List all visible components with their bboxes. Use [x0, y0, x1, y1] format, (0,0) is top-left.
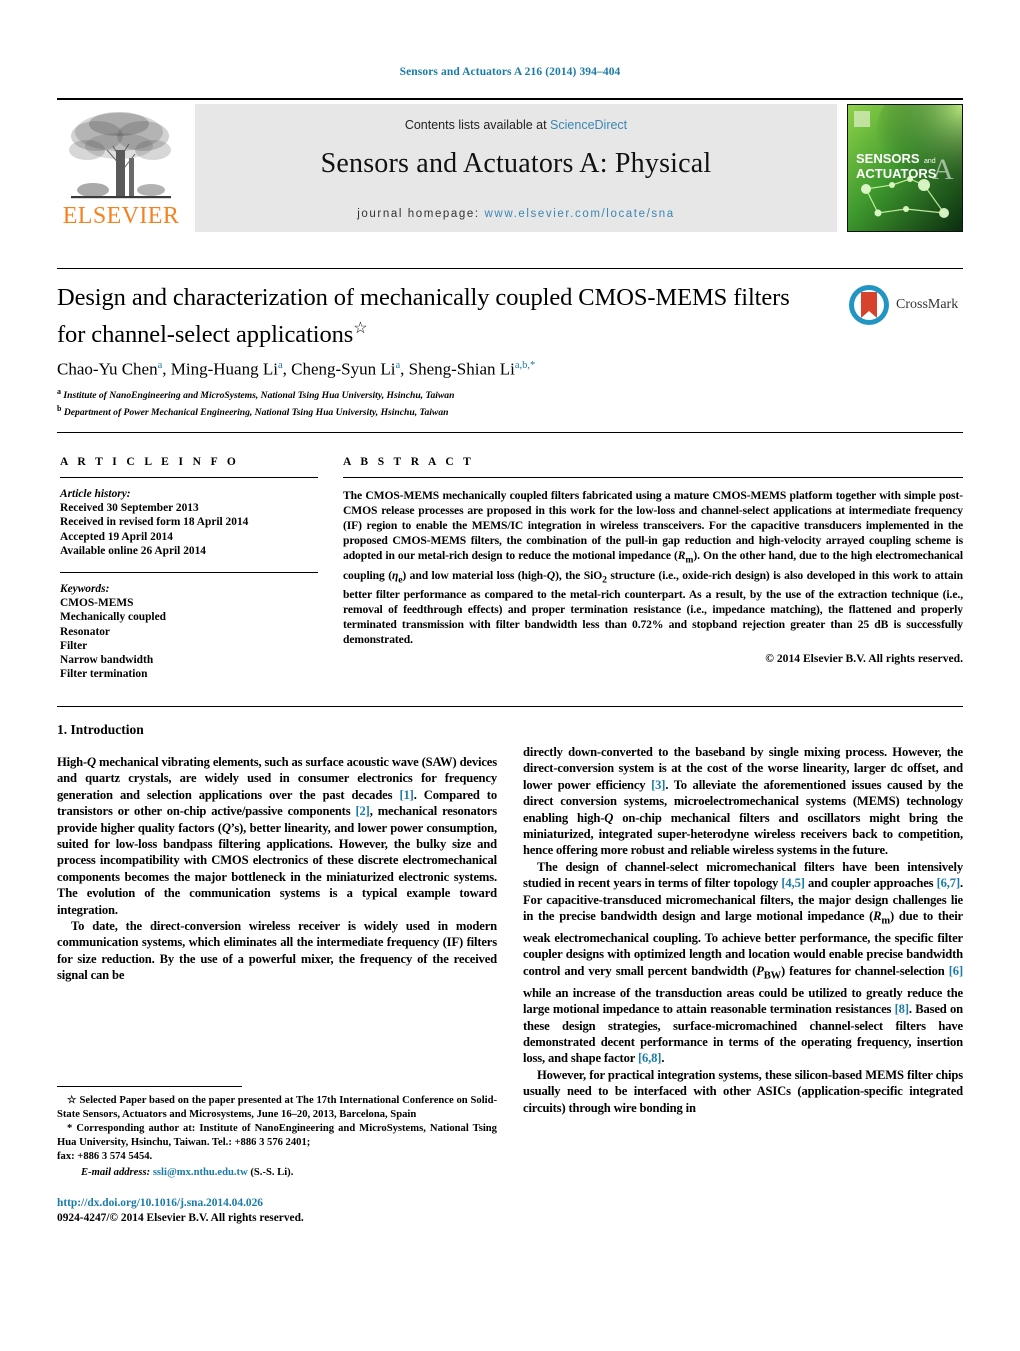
body-column-right: directly down-converted to the baseband … [523, 744, 963, 1116]
paragraph-right-2: However, for practical integration syste… [523, 1067, 963, 1115]
author-affil-mark-3[interactable]: a,b,* [515, 360, 535, 371]
affiliation-b: b Department of Power Mechanical Enginee… [57, 402, 757, 419]
affiliation-text-a: Institute of NanoEngineering and MicroSy… [63, 390, 455, 402]
author-affil-mark-2[interactable]: a [395, 360, 400, 371]
keyword-item-1: Mechanically coupled [60, 611, 166, 624]
affiliation-mark-b: b [57, 404, 62, 414]
author-name-3: Sheng-Shian Li [408, 359, 515, 379]
journal-cover-art: SENSORS and ACTUATORS A [848, 105, 962, 231]
article-history-item-2: Accepted 19 April 2014 [60, 530, 173, 543]
section-heading-introduction: 1. Introduction [57, 722, 144, 737]
elsevier-tree-icon [69, 112, 171, 199]
contents-prefix: Contents lists available at [404, 118, 551, 132]
abstract-text: The CMOS-MEMS mechanically coupled filte… [343, 489, 963, 647]
journal-band: Contents lists available at ScienceDirec… [195, 104, 837, 232]
footnote-email-line: E-mail address: ssli@mx.nthu.edu.tw (S.-… [57, 1166, 497, 1180]
keywords-label: Keywords: [60, 583, 110, 596]
paragraph-left-1: To date, the direct-conversion wireless … [57, 919, 497, 983]
footnote-email-label: E-mail address: [81, 1166, 151, 1178]
svg-text:A: A [932, 153, 954, 186]
journal-homepage-link[interactable]: www.elsevier.com/locate/sna [485, 208, 675, 220]
journal-masthead: ELSEVIER Contents lists available at Sci… [57, 98, 963, 232]
elsevier-wordmark: ELSEVIER [62, 203, 180, 229]
affiliation-a: a Institute of NanoEngineering and Micro… [57, 385, 757, 402]
crossmark-label: CrossMark [896, 297, 959, 312]
article-info-rule [60, 477, 318, 478]
author-name-0: Chao-Yu Chen [57, 359, 158, 379]
citation-ref[interactable]: [6,7] [937, 876, 961, 890]
article-history-item-0: Received 30 September 2013 [60, 502, 199, 515]
affiliation-list: a Institute of NanoEngineering and Micro… [57, 385, 757, 419]
crossmark-badge[interactable]: CrossMark [848, 284, 960, 328]
citation-ref[interactable]: [1] [399, 788, 413, 802]
footnote-rule [57, 1086, 242, 1087]
article-history-block: Article history: Received 30 September 2… [60, 487, 318, 558]
issn-copyright-line: 0924-4247/© 2014 Elsevier B.V. All right… [57, 1212, 304, 1224]
keywords-block: Keywords: CMOS-MEMS Mechanically coupled… [60, 582, 318, 681]
elsevier-logo: ELSEVIER [57, 104, 185, 232]
author-affil-mark-1[interactable]: a [278, 360, 283, 371]
crossmark-icon [849, 285, 889, 325]
footnote-email-owner: (S.-S. Li). [250, 1166, 294, 1178]
journal-title: Sensors and Actuators A: Physical [320, 148, 712, 179]
footnote-conference-text: Selected Paper based on the paper presen… [57, 1095, 497, 1120]
contents-available-line: Contents lists available at ScienceDirec… [195, 118, 837, 132]
author-name-2: Cheng-Syun Li [291, 359, 396, 379]
journal-cover-thumbnail: SENSORS and ACTUATORS A [847, 104, 963, 232]
footnote-block: ☆ Selected Paper based on the paper pres… [57, 1094, 497, 1180]
footnote-conference: ☆ Selected Paper based on the paper pres… [57, 1094, 497, 1121]
footnote-corresponding-marker: * [67, 1123, 73, 1135]
keyword-item-3: Filter [60, 639, 88, 652]
article-title-text: Design and characterization of mechanica… [57, 284, 790, 349]
title-footnote-marker[interactable]: ☆ [353, 320, 367, 337]
keywords-rule [60, 572, 318, 574]
doi-link[interactable]: http://dx.doi.org/10.1016/j.sna.2014.04.… [57, 1196, 497, 1211]
footnote-fax: fax: +886 3 574 5454. [57, 1151, 153, 1163]
footnote-conference-marker: ☆ [67, 1095, 77, 1106]
article-info-heading: A R T I C L E I N F O [60, 456, 240, 468]
journal-homepage-line: journal homepage: www.elsevier.com/locat… [195, 208, 837, 220]
abstract-rule [343, 477, 963, 478]
article-history-item-3: Available online 26 April 2014 [60, 544, 206, 557]
svg-text:SENSORS: SENSORS [856, 151, 920, 166]
abstract-copyright: © 2014 Elsevier B.V. All rights reserved… [765, 651, 963, 665]
author-name-1: Ming-Huang Li [170, 359, 278, 379]
body-rule [57, 706, 963, 707]
article-history-label: Article history: [60, 488, 131, 500]
citation-ref[interactable]: [6,8] [638, 1051, 662, 1065]
keyword-item-4: Narrow bandwidth [60, 654, 154, 667]
page-title: Design and characterization of mechanica… [57, 282, 817, 350]
footnote-corresponding: * Corresponding author at: Institute of … [57, 1122, 497, 1149]
citation-ref[interactable]: [3] [651, 778, 665, 792]
keyword-item-2: Resonator [60, 625, 110, 638]
affiliation-mark-a: a [57, 387, 61, 396]
citation-ref[interactable]: [2] [355, 804, 369, 818]
abstract-column: A B S T R A C T The CMOS-MEMS mechanical… [343, 456, 963, 665]
article-info-column: A R T I C L E I N F O Article history: R… [60, 456, 318, 681]
citation-ref[interactable]: [4,5] [781, 876, 805, 890]
paragraph-right-1: The design of channel-select micromechan… [523, 859, 963, 1066]
footnote-corresponding-text: Corresponding author at: Institute of Na… [57, 1123, 497, 1148]
running-head: Sensors and Actuators A 216 (2014) 394–4… [399, 66, 621, 78]
sciencedirect-link[interactable]: ScienceDirect [550, 118, 627, 132]
citation-ref[interactable]: [6] [949, 964, 963, 978]
svg-text:ACTUATORS: ACTUATORS [856, 166, 937, 181]
affiliation-text-b: Department of Power Mechanical Engineeri… [63, 407, 449, 419]
body-column-left: 1. Introduction High-Q mechanical vibrat… [57, 722, 497, 984]
citation-ref[interactable]: [8] [895, 1002, 909, 1016]
title-rule-top [57, 268, 963, 269]
keyword-item-5: Filter termination [60, 668, 148, 681]
abstract-heading: A B S T R A C T [343, 456, 475, 468]
email-link[interactable]: ssli@mx.nthu.edu.tw [153, 1167, 248, 1178]
homepage-prefix: journal homepage: [357, 208, 485, 220]
author-list: Chao-Yu Chena, Ming-Huang Lia, Cheng-Syu… [57, 359, 536, 379]
title-rule-bottom [57, 432, 963, 433]
paragraph-left-0: High-Q mechanical vibrating elements, su… [57, 755, 498, 917]
journal-article-page: Sensors and Actuators A 216 (2014) 394–4… [0, 0, 1020, 1351]
keyword-item-0: CMOS-MEMS [60, 597, 134, 610]
doi-block: http://dx.doi.org/10.1016/j.sna.2014.04.… [57, 1196, 497, 1226]
author-affil-mark-0[interactable]: a [158, 360, 163, 371]
article-history-item-1: Received in revised form 18 April 2014 [60, 516, 249, 529]
paragraph-right-0: directly down-converted to the baseband … [523, 745, 964, 858]
